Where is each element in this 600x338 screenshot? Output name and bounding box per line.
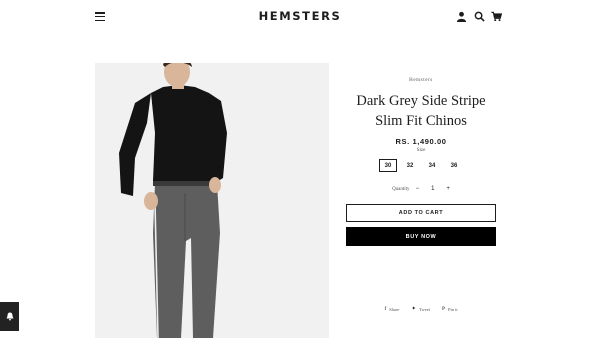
size-option-32[interactable]: 32 xyxy=(401,159,419,172)
product-page: HEMSTERS Hemsters Dark Grey Side Stripe … xyxy=(0,0,600,338)
twitter-icon: ✦ xyxy=(411,306,417,312)
quantity-increase-button[interactable]: + xyxy=(446,186,450,192)
quantity-label: Quantity xyxy=(392,186,410,192)
size-option-30[interactable]: 30 xyxy=(379,159,397,172)
size-label: Size xyxy=(416,148,426,153)
quantity-row: Quantity − 1 + xyxy=(346,186,496,192)
share-twitter-link[interactable]: ✦ Tweet xyxy=(411,306,430,312)
share-pinterest-link[interactable]: P Pin it xyxy=(442,306,458,312)
product-price: RS. 1,490.00 xyxy=(395,137,447,146)
share-label: Share xyxy=(389,306,400,312)
size-option-36[interactable]: 36 xyxy=(445,159,463,172)
tweet-label: Tweet xyxy=(419,306,430,312)
pinterest-icon: P xyxy=(441,306,446,312)
share-facebook-link[interactable]: f Share xyxy=(384,306,399,312)
product-image[interactable] xyxy=(95,63,329,338)
side-widget-button[interactable] xyxy=(0,302,19,331)
product-title: Dark Grey Side Stripe Slim Fit Chinos xyxy=(356,93,486,129)
quantity-stepper: − 1 + xyxy=(416,186,450,192)
search-icon[interactable] xyxy=(474,11,485,22)
bell-icon xyxy=(6,312,13,321)
pin-label: Pin it xyxy=(448,306,458,312)
quantity-value[interactable]: 1 xyxy=(431,186,434,192)
site-logo[interactable]: HEMSTERS xyxy=(0,9,600,23)
size-option-34[interactable]: 34 xyxy=(423,159,441,172)
product-vendor[interactable]: Hemsters xyxy=(346,78,496,83)
size-selector: 30 32 34 36 xyxy=(346,159,496,172)
add-to-cart-button[interactable]: ADD TO CART xyxy=(346,204,496,222)
share-links: f Share ✦ Tweet P Pin it xyxy=(346,306,496,312)
quantity-decrease-button[interactable]: − xyxy=(416,186,420,192)
user-icon[interactable] xyxy=(456,11,467,22)
cart-icon[interactable] xyxy=(491,11,502,22)
site-header: HEMSTERS xyxy=(0,0,600,34)
product-details: Hemsters Dark Grey Side Stripe Slim Fit … xyxy=(346,78,496,246)
buy-now-button[interactable]: BUY NOW xyxy=(346,227,496,246)
facebook-icon: f xyxy=(384,306,387,312)
